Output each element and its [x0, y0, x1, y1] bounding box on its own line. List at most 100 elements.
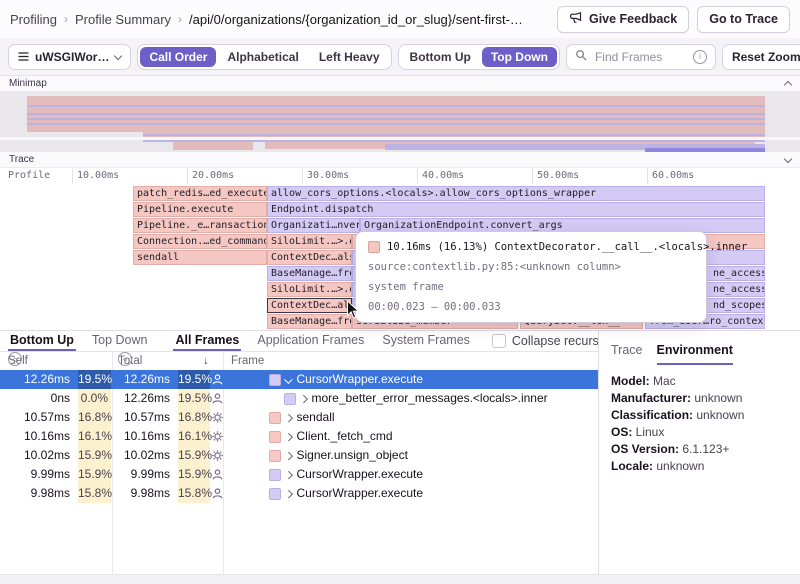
self-time-percent: 16.8% [78, 408, 111, 427]
go-to-trace-button[interactable]: Go to Trace [697, 6, 790, 33]
expand-caret-icon[interactable] [285, 452, 293, 460]
breadcrumb-item[interactable]: Profiling [10, 12, 57, 27]
minimap-block [27, 113, 765, 115]
sort-option-alphabetical[interactable]: Alphabetical [218, 47, 307, 67]
chevron-up-icon[interactable] [784, 80, 792, 88]
tab-application-frames[interactable]: Application Frames [255, 331, 366, 351]
self-time-value: 10.02ms [0, 446, 70, 465]
table-row[interactable]: 12.26ms19.5%12.26ms19.5%CursorWrapper.ex… [0, 370, 598, 389]
frame-name: more_better_error_messages.<locals>.inne… [312, 389, 548, 408]
reset-zoom-button[interactable]: Reset Zoom [722, 44, 800, 70]
thread-selector-label: uWSGIWor… [35, 50, 109, 64]
flame-frame[interactable]: SiloLimit.…>.over… [267, 282, 352, 297]
frame-cell: Signer.unsign_object [223, 446, 598, 465]
flame-frame[interactable]: allow_cors_options.<locals>.allow_cors_o… [267, 186, 765, 201]
search-input[interactable] [593, 49, 687, 65]
mouse-cursor [346, 300, 360, 325]
flame-frame[interactable]: Connection.…ed_command [133, 234, 267, 249]
expand-caret-icon[interactable] [285, 471, 293, 479]
flame-frame[interactable]: Endpoint.dispatch [267, 202, 765, 217]
breadcrumb: Profiling › Profile Summary › /api/0/organiz… [10, 12, 523, 27]
give-feedback-button[interactable]: Give Feedback [557, 6, 689, 33]
flame-frame-label: nd_scopes [713, 299, 765, 313]
breadcrumb-separator: › [178, 12, 182, 26]
detail-tab-trace[interactable]: Trace [611, 343, 643, 365]
breadcrumb-item[interactable]: /api/0/organizations/{organization_id_or… [189, 12, 523, 27]
flame-frame[interactable]: BaseManage…from_c… [267, 266, 352, 281]
direction-option-bottom-up[interactable]: Bottom Up [401, 47, 480, 67]
frame-column-header[interactable]: Frame [231, 352, 264, 370]
table-row[interactable]: 0ns0.0%12.26ms19.5%more_better_error_mes… [0, 389, 598, 408]
thread-selector[interactable]: uWSGIWor… [8, 44, 131, 70]
time-ruler: Profile 10.00ms20.00ms30.00ms40.00ms50.0… [0, 168, 800, 185]
tab-system-frames[interactable]: System Frames [380, 331, 472, 351]
tooltip-time-range: 00:00.023 — 00:00.033 [368, 301, 694, 313]
flame-frame[interactable]: ContextDec…als>.i… [267, 298, 352, 313]
minimap-block [143, 134, 765, 136]
tab-top-down[interactable]: Top Down [90, 331, 150, 351]
total-time-percent: 15.9% [178, 465, 210, 484]
table-row[interactable]: 10.57ms16.8%10.57ms16.8%sendall [0, 408, 598, 427]
collapse-recursion-checkbox[interactable] [492, 334, 506, 348]
sort-option-left-heavy[interactable]: Left Heavy [310, 47, 389, 67]
self-time-value: 9.99ms [0, 465, 70, 484]
chevron-down-icon[interactable] [784, 154, 792, 162]
detail-tab-environment[interactable]: Environment [657, 343, 733, 365]
flame-frame[interactable]: sendall [133, 250, 267, 265]
self-time-value: 0ns [0, 389, 70, 408]
flame-frame[interactable]: Pipeline._e…ransaction [133, 218, 267, 233]
expand-caret-icon[interactable] [300, 395, 308, 403]
environment-field: Model: Mac [611, 373, 788, 390]
tab-bottom-up[interactable]: Bottom Up [8, 331, 76, 351]
flame-frame[interactable]: Pipeline.execute [133, 202, 267, 217]
minimap-canvas[interactable] [0, 92, 800, 153]
frame-cell: CursorWrapper.execute [223, 484, 598, 503]
help-icon: ? [118, 352, 132, 366]
frame-name: Client._fetch_cmd [297, 427, 393, 446]
flame-frame-label: ne_access [713, 267, 765, 281]
self-time-percent: 0.0% [78, 389, 111, 408]
total-time-value: 9.99ms [112, 465, 170, 484]
direction-segmented-control: Bottom UpTop Down [398, 44, 560, 70]
tab-all-frames[interactable]: All Frames [173, 331, 241, 351]
frame-cell: sendall [223, 408, 598, 427]
environment-field: OS: Linux [611, 424, 788, 441]
ruler-tick: 30.00ms [302, 168, 349, 184]
total-time-value: 9.98ms [112, 484, 170, 503]
flamegraph-toolbar: uWSGIWor… Call OrderAlphabeticalLeft Hea… [0, 38, 800, 76]
environment-field: Classification: unknown [611, 407, 788, 424]
breadcrumb-item[interactable]: Profile Summary [75, 12, 171, 27]
flame-frame[interactable]: patch_redis…ed_execute [133, 186, 267, 201]
table-row[interactable]: 10.16ms16.1%10.16ms16.1%Client._fetch_cm… [0, 427, 598, 446]
total-time-value: 10.16ms [112, 427, 170, 446]
collapse-caret-icon[interactable] [285, 376, 293, 384]
table-row[interactable]: 9.98ms15.8%9.98ms15.8%CursorWrapper.exec… [0, 484, 598, 503]
table-row[interactable]: 10.02ms15.9%10.02ms15.9%Signer.unsign_ob… [0, 446, 598, 465]
expand-caret-icon[interactable] [285, 490, 293, 498]
give-feedback-label: Give Feedback [589, 12, 677, 26]
frame-cell: CursorWrapper.execute [223, 465, 598, 484]
tooltip-source: source:contextlib.py:85:<unknown column> [368, 261, 694, 273]
table-row[interactable]: 9.99ms15.9%9.99ms15.9%CursorWrapper.exec… [0, 465, 598, 484]
self-time-value: 9.98ms [0, 484, 70, 503]
minimap-header: Minimap [0, 76, 800, 92]
chevron-down-icon [114, 51, 122, 59]
flame-frame[interactable]: Organizati…nvert_args [267, 218, 360, 233]
frame-cell: Client._fetch_cmd [223, 427, 598, 446]
header-actions: Give Feedback Go to Trace [557, 6, 790, 33]
detail-panel: TraceEnvironment Model: MacManufacturer:… [599, 331, 800, 574]
flame-frame[interactable]: ContextDec…als>.i… [267, 250, 352, 265]
breadcrumb-separator: › [64, 12, 68, 26]
sort-direction-icon[interactable]: ↓ [203, 352, 209, 370]
tooltip-frame-kind: system frame [368, 281, 694, 293]
ruler-tick: 10.00ms [72, 168, 119, 184]
total-time-percent: 16.8% [178, 408, 210, 427]
expand-caret-icon[interactable] [285, 414, 293, 422]
direction-option-top-down[interactable]: Top Down [482, 47, 557, 67]
flame-frame[interactable]: BaseManage…from_cache [267, 314, 352, 329]
flame-frame[interactable]: SiloLimit.…>.over… [267, 234, 352, 249]
table-header: Self Time ? Total Time ? ↓ Frame [0, 352, 598, 371]
sort-option-call-order[interactable]: Call Order [140, 47, 216, 67]
frame-name: CursorWrapper.execute [297, 370, 424, 389]
expand-caret-icon[interactable] [285, 433, 293, 441]
